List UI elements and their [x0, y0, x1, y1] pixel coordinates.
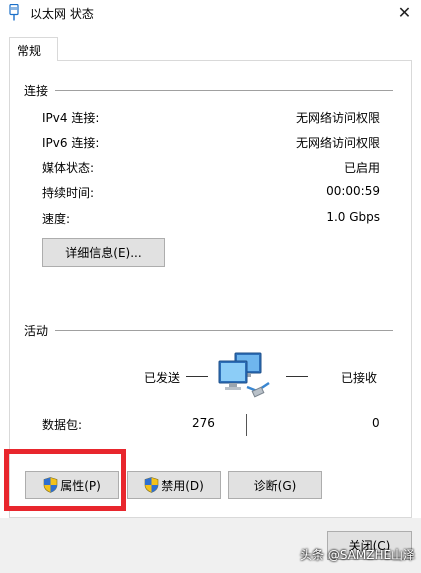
duration-label: 持续时间:: [42, 186, 95, 200]
duration-value: 00:00:59: [326, 184, 380, 198]
shield-icon: [144, 477, 159, 493]
ethernet-icon: [9, 4, 19, 21]
window-title: 以太网 状态: [30, 7, 94, 21]
highlight-box: [4, 449, 126, 511]
media-state-value: 已启用: [343, 161, 380, 175]
packets-separator: [246, 414, 247, 436]
tab-general-label: 常规: [17, 44, 42, 58]
packets-sent-value: 276: [192, 416, 215, 430]
network-computers-icon: [218, 352, 270, 398]
ipv6-label: IPv6 连接:: [42, 136, 100, 150]
tab-general[interactable]: 常规: [9, 37, 58, 61]
disable-button-label: 禁用(D): [161, 478, 204, 493]
ipv4-label: IPv4 连接:: [42, 111, 100, 125]
received-label: 已接收: [341, 371, 378, 385]
activity-divider: [55, 330, 393, 331]
close-window-button[interactable]: ✕: [388, 0, 421, 26]
media-state-label: 媒体状态:: [42, 161, 95, 175]
speed-value: 1.0 Gbps: [326, 210, 380, 224]
sent-label: 已发送: [144, 371, 181, 385]
ipv4-value: 无网络访问权限: [295, 111, 380, 125]
diagnose-button[interactable]: 诊断(G): [228, 471, 322, 499]
ipv6-value: 无网络访问权限: [295, 136, 380, 150]
disable-button[interactable]: 禁用(D): [127, 471, 221, 499]
connection-divider: [55, 90, 393, 91]
speed-label: 速度:: [42, 212, 71, 226]
details-button[interactable]: 详细信息(E)...: [42, 238, 165, 267]
diagnose-button-label: 诊断(G): [253, 478, 297, 493]
connection-section-title: 连接: [24, 84, 49, 98]
packets-received-value: 0: [372, 416, 380, 430]
close-icon: ✕: [397, 3, 412, 22]
received-dash: [286, 376, 308, 377]
details-button-label: 详细信息(E)...: [65, 246, 142, 260]
sent-dash: [186, 376, 208, 377]
packets-label: 数据包:: [42, 418, 83, 432]
title-bar: 以太网 状态 ✕: [0, 0, 421, 26]
activity-section-title: 活动: [24, 324, 49, 338]
watermark: 头条 @SAMZHE山泽: [300, 548, 416, 562]
